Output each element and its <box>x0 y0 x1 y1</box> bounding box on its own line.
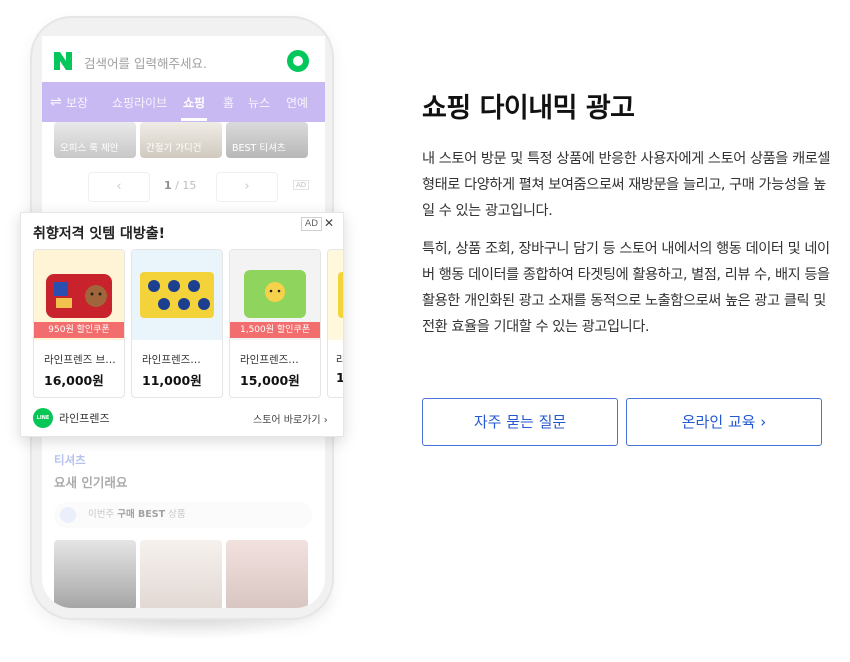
description-paragraph: 특히, 상품 조회, 장바구니 담기 등 스토어 내에서의 행동 데이터 및 네… <box>422 241 830 335</box>
product-price: 11,000원 <box>142 373 202 388</box>
tab-insurance[interactable]: 보장 <box>66 94 88 111</box>
line-friends-logo: LINE FRIENDS <box>33 408 57 436</box>
product-image-yellow-pouch <box>132 250 222 340</box>
product-card[interactable]: 라인프렌즈… 11,000원 <box>131 249 223 398</box>
product-name: 라인프렌즈… <box>142 354 201 366</box>
dynamic-ad-card: 취향저격 잇템 대방출! AD ✕ 950원 할인쿠폰 라인프렌즈 브… 16,… <box>20 212 344 437</box>
product-price: 16,000원 <box>44 373 104 388</box>
online-education-button[interactable]: 온라인 교육 › <box>626 398 822 446</box>
description-paragraph: 내 스토어 방문 및 특정 상품에 반응한 사용자에게 스토어 상품을 캐로셀 … <box>422 151 831 219</box>
product-name: 라인프렌즈 브… <box>44 354 116 366</box>
pager-current: 1 <box>164 179 172 192</box>
store-link[interactable]: 스토어 바로가기 › <box>253 411 328 426</box>
next-page-button[interactable]: › <box>216 172 278 202</box>
search-input[interactable]: 검색어를 입력해주세요. <box>84 53 207 72</box>
best-bold: 구매 BEST <box>117 509 166 520</box>
thumbnail-label: 간절기 가디건 <box>146 143 202 154</box>
product-price: 15,000원 <box>240 373 300 388</box>
best-suffix: 상품 <box>168 509 186 520</box>
thumbnail-label: BEST 티셔츠 <box>232 143 286 154</box>
active-tab-indicator <box>181 118 207 121</box>
best-icon <box>60 507 76 523</box>
product-price: 1 <box>336 370 344 385</box>
product-image-yellow-item <box>328 250 343 340</box>
pager-separator: / <box>171 179 183 192</box>
nav-tabs: ⇌ 보장 쇼핑라이브 쇼핑 홈 뉴스 연예 <box>42 82 325 122</box>
product-name: 라인프렌즈… <box>240 354 299 366</box>
product-thumb[interactable] <box>54 540 136 608</box>
product-name: 라 <box>336 352 343 367</box>
coupon-badge: 950원 할인쿠폰 <box>34 322 124 338</box>
search-bar[interactable]: 검색어를 입력해주세요. <box>42 36 325 84</box>
close-icon[interactable]: ✕ <box>324 216 334 230</box>
page-title: 쇼핑 다이내믹 광고 <box>422 93 635 124</box>
naver-logo-icon <box>54 52 72 70</box>
product-thumb[interactable] <box>140 540 222 608</box>
pager-total: 15 <box>182 179 197 192</box>
faq-button[interactable]: 자주 묻는 질문 <box>422 398 618 446</box>
ad-title: 취향저격 잇템 대방출! <box>33 226 166 242</box>
tab-home[interactable]: 홈 <box>223 94 234 111</box>
pager-count: 1 / 15 <box>164 179 196 192</box>
tab-news[interactable]: 뉴스 <box>248 94 270 111</box>
product-carousel[interactable]: 950원 할인쿠폰 라인프렌즈 브… 16,000원 라인프렌즈… 11,000… <box>33 249 344 401</box>
tab-shopping[interactable]: 쇼핑 <box>183 94 205 111</box>
product-card[interactable]: 950원 할인쿠폰 라인프렌즈 브… 16,000원 <box>33 249 125 398</box>
ad-badge: AD <box>301 217 323 231</box>
coupon-badge: 1,500원 할인쿠폰 <box>230 322 320 338</box>
product-card[interactable]: 라 1 <box>327 249 344 398</box>
product-card[interactable]: 1,500원 할인쿠폰 라인프렌즈… 15,000원 <box>229 249 321 398</box>
ad-mini-badge: AD <box>293 180 310 190</box>
thumbnail-label: 오피스 룩 제안 <box>60 143 119 154</box>
best-pill[interactable]: 이번주 구매 BEST 상품 <box>54 502 312 528</box>
store-name[interactable]: 라인프렌즈 <box>59 410 110 426</box>
section-title: 티셔츠 <box>54 453 86 467</box>
section-subtitle: 요새 인기래요 <box>54 475 128 490</box>
product-thumb[interactable] <box>226 540 308 608</box>
swap-icon[interactable]: ⇌ <box>50 94 62 110</box>
tab-shopping-live[interactable]: 쇼핑라이브 <box>112 94 167 111</box>
tab-entertainment[interactable]: 연예 <box>286 94 308 111</box>
prev-page-button[interactable]: ‹ <box>88 172 150 202</box>
green-dot-icon[interactable] <box>287 50 309 72</box>
best-prefix: 이번주 <box>88 509 115 520</box>
